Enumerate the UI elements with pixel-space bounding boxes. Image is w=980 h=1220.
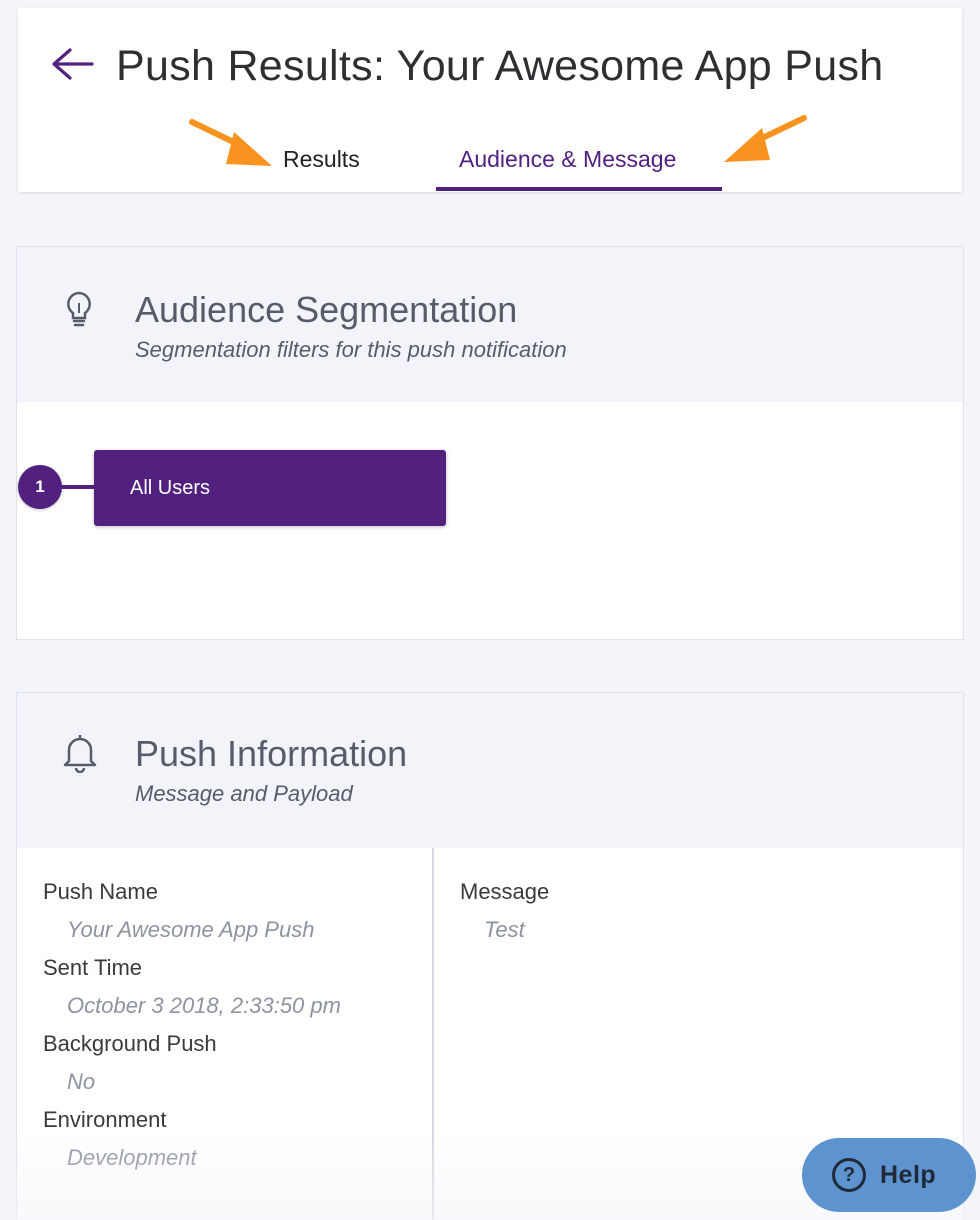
push-details-column: Push Name Your Awesome App Push Sent Tim… <box>43 877 341 1181</box>
card-title: Push Information <box>135 733 408 774</box>
step-connector <box>61 485 95 489</box>
page-title: Push Results: Your Awesome App Push <box>116 42 884 90</box>
field-value-message: Test <box>484 917 525 942</box>
annotation-arrow-icon <box>189 119 272 166</box>
tab-audience-message[interactable]: Audience & Message <box>459 146 676 173</box>
card-subtitle: Message and Payload <box>135 781 353 806</box>
annotation-arrow-icon <box>724 115 807 162</box>
field-label-message: Message <box>460 879 550 904</box>
field-value-sent-time: October 3 2018, 2:33:50 pm <box>67 993 341 1018</box>
field-label-push-name: Push Name <box>43 879 158 904</box>
field-label-sent-time: Sent Time <box>43 955 143 980</box>
message-column: Message Test <box>460 877 549 953</box>
active-tab-indicator <box>436 187 722 191</box>
card-header: Audience Segmentation Segmentation filte… <box>17 247 963 402</box>
step-number-badge: 1 <box>18 465 62 509</box>
back-arrow-icon[interactable] <box>50 46 94 82</box>
help-button[interactable]: ? Help <box>802 1138 976 1212</box>
field-value-environment: Development <box>67 1145 197 1170</box>
segment-all-users[interactable]: All Users <box>94 450 446 526</box>
tab-results[interactable]: Results <box>283 146 360 173</box>
card-subtitle: Segmentation filters for this push notif… <box>135 337 567 362</box>
field-value-background-push: No <box>67 1069 96 1094</box>
audience-segmentation-card: Audience Segmentation Segmentation filte… <box>16 246 964 640</box>
card-header: Push Information Message and Payload <box>17 693 963 848</box>
lightbulb-icon <box>67 291 91 327</box>
question-icon: ? <box>832 1158 866 1192</box>
segment-label: All Users <box>130 476 211 499</box>
field-value-push-name: Your Awesome App Push <box>67 917 315 942</box>
help-label: Help <box>880 1160 937 1189</box>
card-title: Audience Segmentation <box>135 289 518 330</box>
field-label-background-push: Background Push <box>43 1031 217 1056</box>
column-divider <box>432 848 434 1220</box>
bell-icon <box>63 735 97 773</box>
field-label-environment: Environment <box>43 1107 167 1132</box>
page-header: Push Results: Your Awesome App Push Resu… <box>18 8 962 192</box>
